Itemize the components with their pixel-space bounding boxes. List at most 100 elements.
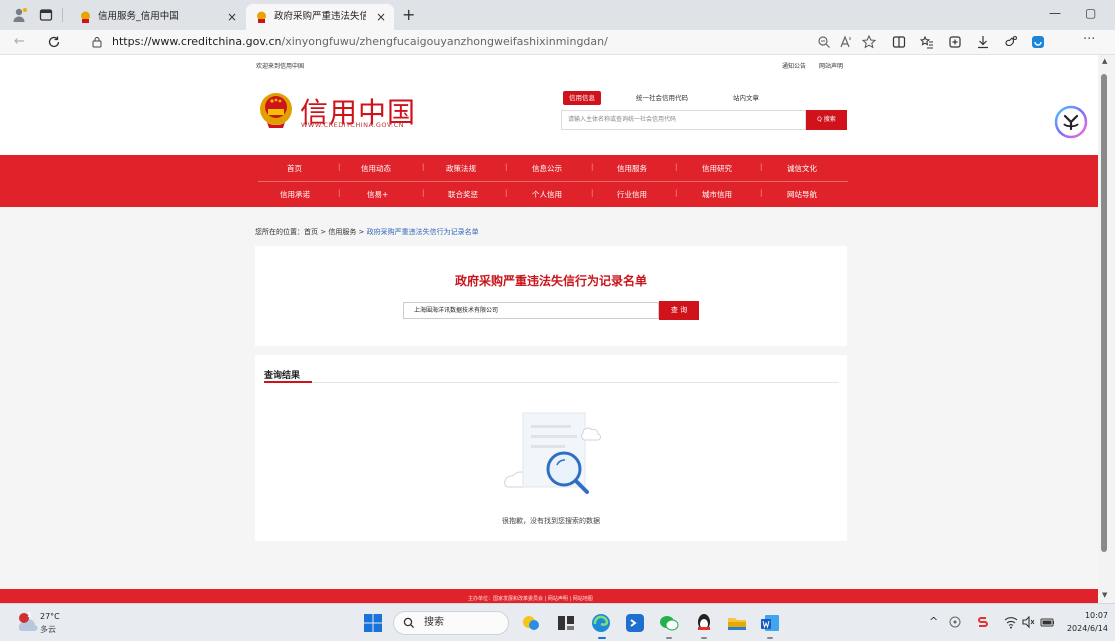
minimize-icon[interactable]: — bbox=[1049, 6, 1061, 20]
edge-browser-icon[interactable] bbox=[590, 612, 612, 634]
download-icon[interactable] bbox=[975, 34, 991, 50]
notice-link[interactable]: 通知公告 bbox=[782, 61, 806, 70]
new-tab-icon[interactable]: + bbox=[402, 5, 415, 24]
windows-taskbar: 1 27°C 多云 搜索 ^ 10:07 2024/6/14 bbox=[0, 603, 1115, 641]
scrollbar-thumb[interactable] bbox=[1101, 74, 1107, 552]
nav-info-disclosure[interactable]: 信息公示 bbox=[532, 163, 562, 174]
no-data-illustration-icon bbox=[504, 412, 602, 494]
weather-badge: 1 bbox=[27, 611, 32, 619]
url-host: https://www.creditchina.gov.cn bbox=[112, 35, 282, 48]
chevron-up-icon[interactable]: ^ bbox=[929, 615, 938, 628]
welcome-text: 欢迎来到信用中国 bbox=[256, 63, 305, 70]
profile-icon[interactable] bbox=[12, 7, 28, 23]
favorites-icon[interactable] bbox=[919, 34, 935, 50]
nav-separator: | bbox=[591, 189, 594, 197]
nav-credit-service[interactable]: 信用服务 bbox=[617, 163, 647, 174]
query-panel: 政府采购严重违法失信行为记录名单 上海围海洋讯数据技术有限公司 查 询 bbox=[255, 246, 847, 346]
close-icon[interactable]: × bbox=[227, 4, 237, 30]
file-explorer-icon[interactable] bbox=[726, 612, 748, 634]
collections-icon[interactable] bbox=[947, 34, 963, 50]
split-screen-icon[interactable] bbox=[891, 34, 907, 50]
nav-separator: | bbox=[422, 189, 425, 197]
more-icon[interactable]: ··· bbox=[1083, 32, 1095, 47]
windows-start-icon[interactable] bbox=[364, 614, 382, 632]
nav-policies[interactable]: 政策法规 bbox=[446, 163, 476, 174]
weather-description: 多云 bbox=[40, 625, 56, 634]
search-tab-credit-info[interactable]: 信用信息 bbox=[563, 91, 601, 105]
web-page: 欢迎来到信用中国 通知公告 网站声明 信用中国 WWW.CREDITCHINA.… bbox=[0, 55, 1098, 603]
nav-divider bbox=[258, 181, 848, 182]
qq-icon[interactable] bbox=[693, 612, 715, 634]
nav-city-credit[interactable]: 城市信用 bbox=[702, 189, 732, 200]
nav-industry-credit[interactable]: 行业信用 bbox=[617, 189, 647, 200]
favorite-icon[interactable] bbox=[861, 34, 877, 50]
address-bar: ← https://www.creditchina.gov.cn/xinyong… bbox=[0, 30, 1115, 55]
wechat-icon[interactable] bbox=[658, 612, 680, 634]
site-emblem-icon bbox=[81, 11, 90, 23]
breadcrumb-path[interactable]: 您所在的位置：首页 > 信用服务 > bbox=[255, 228, 367, 236]
nav-integrity-culture[interactable]: 诚信文化 bbox=[787, 163, 817, 174]
extensions-icon[interactable] bbox=[1003, 34, 1019, 50]
ime-icon[interactable] bbox=[976, 615, 990, 629]
national-emblem-icon[interactable] bbox=[258, 92, 294, 130]
site-info-icon[interactable] bbox=[91, 36, 103, 48]
scroll-up-icon[interactable]: ▲ bbox=[1102, 57, 1107, 65]
tab-actions-icon[interactable] bbox=[38, 7, 54, 23]
statement-link[interactable]: 网站声明 bbox=[819, 61, 843, 70]
site-search-button[interactable]: Q 搜索 bbox=[806, 110, 847, 130]
empty-result-message: 很抱歉，没有找到您搜索的数据 bbox=[502, 517, 600, 525]
nav-separator: | bbox=[675, 163, 678, 171]
network-icon[interactable] bbox=[948, 615, 962, 629]
tab-procurement-list[interactable]: 政府采购严重违法失信行为记录 × bbox=[246, 4, 394, 30]
nav-joint-rewards[interactable]: 联合奖惩 bbox=[448, 189, 478, 200]
search-tab-articles[interactable]: 站内文章 bbox=[733, 91, 759, 105]
breadcrumb: 您所在的位置：首页 > 信用服务 > 政府采购严重违法失信行为记录名单 bbox=[255, 227, 479, 237]
edge-dev-icon[interactable] bbox=[624, 612, 646, 634]
tab-separator bbox=[62, 8, 63, 22]
browser-tab-bar: 信用服务_信用中国 × 政府采购严重违法失信行为记录 × + — ▢ bbox=[0, 0, 1115, 30]
scroll-down-icon[interactable]: ▼ bbox=[1102, 591, 1107, 599]
restore-icon[interactable]: ▢ bbox=[1085, 6, 1096, 20]
nav-credit-promise[interactable]: 信用承诺 bbox=[280, 189, 310, 200]
nav-credit-research[interactable]: 信用研究 bbox=[702, 163, 732, 174]
site-search-input[interactable]: 请输入主体名称或查询统一社会信用代码 bbox=[561, 110, 806, 130]
tab-title: 信用服务_信用中国 bbox=[98, 11, 179, 22]
nav-site-map[interactable]: 网站导航 bbox=[787, 189, 817, 200]
nav-home[interactable]: 首页 bbox=[287, 163, 302, 174]
wifi-icon[interactable] bbox=[1004, 615, 1018, 629]
zoom-icon[interactable] bbox=[816, 34, 832, 50]
query-button[interactable]: 查 询 bbox=[659, 301, 699, 320]
site-logo-subtitle: WWW.CREDITCHINA.GOV.CN bbox=[301, 121, 404, 129]
read-aloud-icon[interactable] bbox=[838, 34, 854, 50]
word-icon[interactable] bbox=[759, 612, 781, 634]
results-panel: 查询结果 很抱歉，没有找到您搜索的数据 bbox=[255, 355, 847, 541]
tab-credit-service[interactable]: 信用服务_信用中国 × bbox=[70, 4, 245, 30]
nav-separator: | bbox=[338, 163, 341, 171]
results-title-underline bbox=[264, 381, 312, 383]
nav-personal-credit[interactable]: 个人信用 bbox=[532, 189, 562, 200]
footer-text: 主办单位：国家发展和改革委员会 | 网站声明 | 网站地图 bbox=[468, 596, 593, 602]
refresh-icon[interactable] bbox=[47, 35, 61, 49]
url-field[interactable]: https://www.creditchina.gov.cn/xinyongfu… bbox=[112, 35, 608, 48]
clock-time[interactable]: 10:07 bbox=[1072, 611, 1108, 620]
app-running-indicator bbox=[701, 637, 707, 639]
close-icon[interactable]: × bbox=[376, 4, 386, 30]
weather-temperature[interactable]: 27°C bbox=[40, 612, 60, 621]
company-search-input[interactable]: 上海围海洋讯数据技术有限公司 bbox=[403, 302, 659, 319]
office-icon[interactable] bbox=[1030, 34, 1046, 50]
widgets-icon[interactable] bbox=[520, 612, 542, 634]
search-icon bbox=[403, 617, 415, 629]
volume-icon[interactable] bbox=[1021, 615, 1035, 629]
search-tab-credit-code[interactable]: 统一社会信用代码 bbox=[636, 91, 688, 105]
back-icon[interactable]: ← bbox=[14, 34, 25, 49]
task-view-icon[interactable] bbox=[555, 612, 577, 634]
app-running-indicator bbox=[666, 637, 672, 639]
battery-icon[interactable] bbox=[1040, 615, 1056, 629]
nav-separator: | bbox=[760, 189, 763, 197]
nav-xinyi-plus[interactable]: 信易+ bbox=[367, 189, 388, 200]
clock-date[interactable]: 2024/6/14 bbox=[1066, 624, 1108, 633]
accessibility-assistant-icon[interactable] bbox=[1054, 105, 1088, 139]
site-emblem-icon bbox=[257, 11, 266, 23]
nav-credit-news[interactable]: 信用动态 bbox=[361, 163, 391, 174]
nav-separator: | bbox=[591, 163, 594, 171]
